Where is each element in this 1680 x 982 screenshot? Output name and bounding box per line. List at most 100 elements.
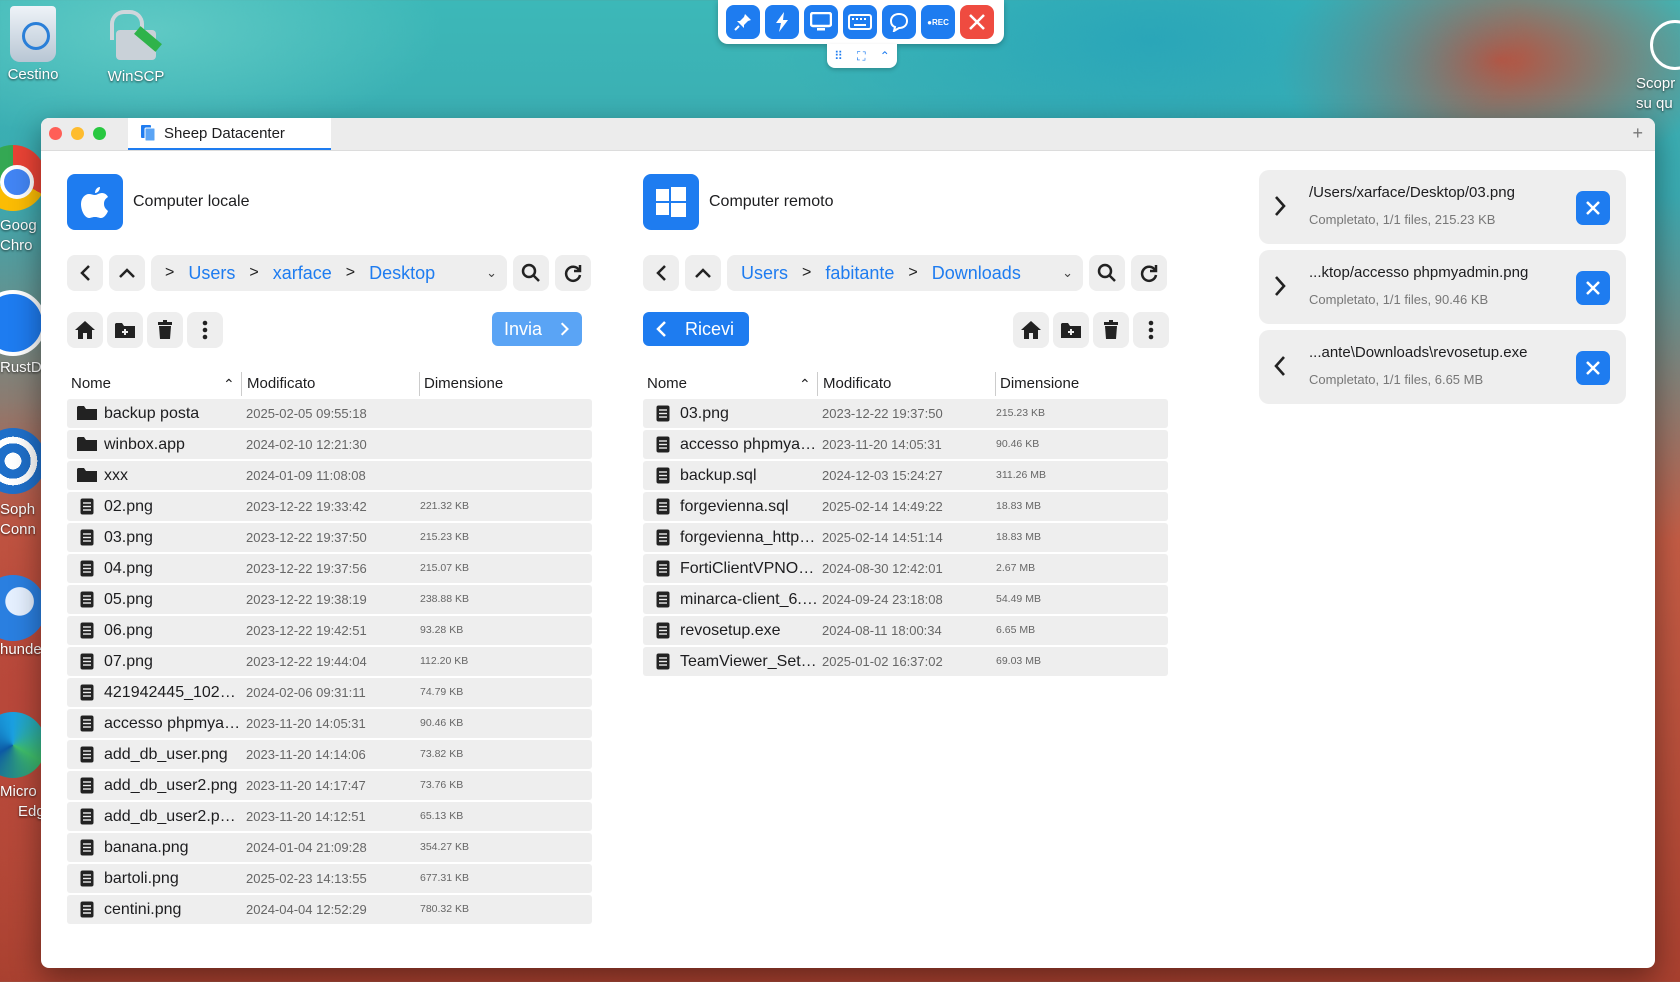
pin-button[interactable]: [726, 5, 760, 39]
breadcrumb-segment[interactable]: fabitante: [825, 263, 894, 284]
transfer-item[interactable]: /Users/xarface/Desktop/03.png Completato,…: [1259, 170, 1626, 244]
back-button[interactable]: [643, 255, 679, 291]
column-header-modified[interactable]: Modificato: [247, 372, 315, 396]
refresh-icon: [1140, 265, 1158, 282]
file-row[interactable]: accesso phpmyad... 2023-11-20 14:05:31 90.…: [643, 430, 1168, 459]
home-button[interactable]: [67, 312, 103, 348]
receive-button[interactable]: Ricevi: [643, 312, 749, 346]
file-row[interactable]: FortiClientVPNOnli... 2024-08-30 12:42:01…: [643, 554, 1168, 583]
file-row[interactable]: forgevienna_https.... 2025-02-14 14:51:14…: [643, 523, 1168, 552]
file-row[interactable]: winbox.app 2024-02-10 12:21:30: [67, 430, 592, 459]
transfer-direction: [1273, 353, 1287, 384]
breadcrumb-segment[interactable]: xarface: [273, 263, 332, 284]
file-size: 112.20 KB: [420, 655, 469, 667]
desktop-icon-winscp[interactable]: WinSCP: [98, 4, 174, 85]
breadcrumb-segment[interactable]: Users: [741, 263, 788, 284]
transfer-item[interactable]: ...ante\Downloads\revosetup.exe Completat…: [1259, 330, 1626, 404]
home-button[interactable]: [1013, 312, 1049, 348]
column-header-size[interactable]: Dimensione: [1000, 372, 1079, 396]
parent-folder-button[interactable]: [685, 255, 721, 291]
file-row[interactable]: 421942445_10228... 2024-02-06 09:31:11 74.…: [67, 678, 592, 707]
tab-title: Sheep Datacenter: [164, 124, 285, 142]
breadcrumb-segment[interactable]: Downloads: [932, 263, 1021, 284]
desktop-icon-label: Cestino: [7, 66, 59, 83]
remove-transfer-button[interactable]: [1576, 351, 1610, 385]
file-row[interactable]: 07.png 2023-12-22 19:44:04 112.20 KB: [67, 647, 592, 676]
file-row[interactable]: 03.png 2023-12-22 19:37:50 215.23 KB: [643, 399, 1168, 428]
column-header-name[interactable]: Nome: [71, 372, 111, 396]
file-size: 311.26 MB: [996, 469, 1047, 481]
file-row[interactable]: bartoli.png 2025-02-23 14:13:55 677.31 KB: [67, 864, 592, 893]
fullscreen-icon[interactable]: ⛶: [857, 49, 865, 64]
file-row[interactable]: 04.png 2023-12-22 19:37:56 215.07 KB: [67, 554, 592, 583]
chevron-down-icon[interactable]: ⌄: [486, 265, 497, 281]
file-row[interactable]: accesso phpmyad... 2023-11-20 14:05:31 90.…: [67, 709, 592, 738]
file-row[interactable]: 05.png 2023-12-22 19:38:19 238.88 KB: [67, 585, 592, 614]
chrome-icon[interactable]: [0, 145, 46, 211]
file-row[interactable]: forgevienna.sql 2025-02-14 14:49:22 18.83 …: [643, 492, 1168, 521]
disconnect-button[interactable]: [960, 5, 994, 39]
close-window-button[interactable]: [49, 127, 62, 140]
send-button[interactable]: Invia: [492, 312, 582, 346]
file-row[interactable]: 06.png 2023-12-22 19:42:51 93.28 KB: [67, 616, 592, 645]
breadcrumb-segment[interactable]: Desktop: [369, 263, 435, 284]
file-row[interactable]: add_db_user2.png 2023-11-20 14:17:47 73.76…: [67, 771, 592, 800]
file-row[interactable]: xxx 2024-01-09 11:08:08: [67, 461, 592, 490]
file-row[interactable]: revosetup.exe 2024-08-11 18:00:34 6.65 MB: [643, 616, 1168, 645]
refresh-button[interactable]: [555, 255, 591, 291]
column-header-name[interactable]: Nome: [647, 372, 687, 396]
transfer-item[interactable]: ...ktop/accesso phpmyadmin.png Completato…: [1259, 250, 1626, 324]
column-header-size[interactable]: Dimensione: [424, 372, 503, 396]
delete-button[interactable]: [1093, 312, 1129, 348]
record-button[interactable]: ●REC: [921, 5, 955, 39]
file-row[interactable]: banana.png 2024-01-04 21:09:28 354.27 KB: [67, 833, 592, 862]
file-row[interactable]: add_db_user2.png~ 2023-11-20 14:12:51 65.1…: [67, 802, 592, 831]
column-header-modified[interactable]: Modificato: [823, 372, 891, 396]
file-row[interactable]: backup.sql 2024-12-03 15:24:27 311.26 MB: [643, 461, 1168, 490]
remove-transfer-button[interactable]: [1576, 271, 1610, 305]
back-button[interactable]: [67, 255, 103, 291]
minimize-window-button[interactable]: [71, 127, 84, 140]
breadcrumb-segment[interactable]: Users: [188, 263, 235, 284]
file-name: bartoli.png: [104, 870, 179, 887]
delete-button[interactable]: [147, 312, 183, 348]
refresh-button[interactable]: [1131, 255, 1167, 291]
file-row[interactable]: add_db_user.png 2023-11-20 14:14:06 73.82 …: [67, 740, 592, 769]
file-row[interactable]: TeamViewer_Setu... 2025-01-02 16:37:02 69.…: [643, 647, 1168, 676]
action-button[interactable]: [765, 5, 799, 39]
zoom-window-button[interactable]: [93, 127, 106, 140]
thunderbird-icon[interactable]: [0, 575, 46, 641]
chat-button[interactable]: [882, 5, 916, 39]
more-options-button[interactable]: [187, 312, 223, 348]
edge-icon[interactable]: [0, 712, 46, 778]
sort-ascending-icon[interactable]: ⌃: [799, 372, 811, 396]
sort-ascending-icon[interactable]: ⌃: [223, 372, 235, 396]
new-folder-button[interactable]: [1053, 312, 1089, 348]
tab-sheep-datacenter[interactable]: Sheep Datacenter: [128, 118, 331, 150]
file-row[interactable]: backup posta 2025-02-05 09:55:18: [67, 399, 592, 428]
remove-transfer-button[interactable]: [1576, 191, 1610, 225]
file-row[interactable]: 03.png 2023-12-22 19:37:50 215.23 KB: [67, 523, 592, 552]
file-row[interactable]: 02.png 2023-12-22 19:33:42 221.32 KB: [67, 492, 592, 521]
drag-handle-icon[interactable]: ⠿: [834, 49, 843, 63]
more-options-button[interactable]: [1133, 312, 1169, 348]
chevron-up-icon[interactable]: ⌃: [880, 49, 890, 63]
rustdesk-icon[interactable]: [0, 290, 46, 356]
keyboard-button[interactable]: [843, 5, 877, 39]
new-tab-button[interactable]: +: [1632, 123, 1643, 144]
chevron-down-icon[interactable]: ⌄: [1062, 265, 1073, 281]
parent-folder-button[interactable]: [109, 255, 145, 291]
file-row[interactable]: minarca-client_6.0... 2024-09-24 23:18:08…: [643, 585, 1168, 614]
file-modified: 2023-11-20 14:05:31: [246, 716, 366, 731]
desktop-label: Chro: [0, 237, 33, 254]
search-button[interactable]: [513, 255, 549, 291]
new-folder-button[interactable]: [107, 312, 143, 348]
sophos-icon[interactable]: [0, 428, 46, 494]
desktop-icon-right[interactable]: [1650, 20, 1680, 70]
toolbar-handle[interactable]: ⠿ ⛶ ⌃: [827, 44, 897, 68]
display-button[interactable]: [804, 5, 838, 39]
desktop-icon-recycle-bin[interactable]: Cestino: [2, 6, 64, 83]
file-row[interactable]: centini.png 2024-04-04 12:52:29 780.32 KB: [67, 895, 592, 924]
search-button[interactable]: [1089, 255, 1125, 291]
file-icon: [656, 498, 670, 515]
